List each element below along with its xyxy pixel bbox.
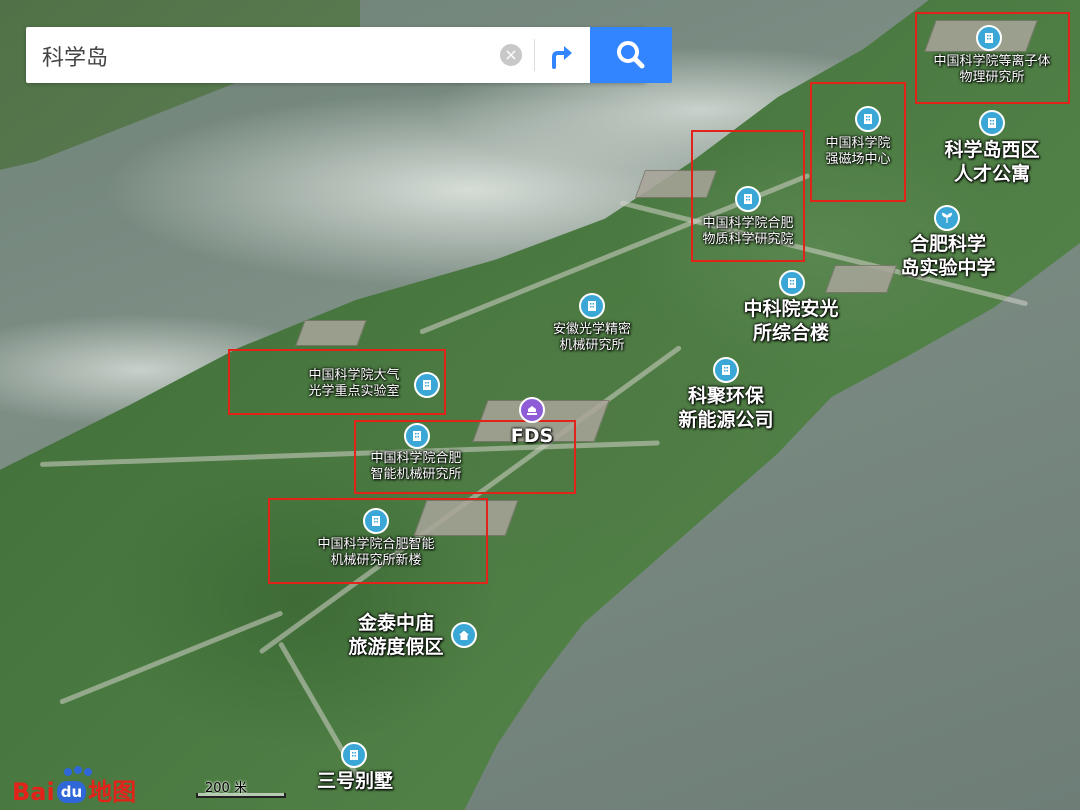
poi-marker-atmos-lab[interactable] bbox=[414, 372, 440, 398]
poi-label-intel-new[interactable]: 中国科学院合肥智能 机械研究所新楼 bbox=[306, 537, 446, 570]
poi-marker-optics-inst[interactable] bbox=[579, 293, 605, 319]
building bbox=[295, 320, 367, 346]
poi-label-resort[interactable]: 金泰中庙 旅游度假区 bbox=[346, 612, 446, 660]
poi-label-school[interactable]: 合肥科学 岛实验中学 bbox=[896, 233, 1000, 281]
building-icon bbox=[864, 114, 872, 124]
poi-marker-intel-machine[interactable] bbox=[404, 423, 430, 449]
poi-marker-fds[interactable] bbox=[519, 397, 545, 423]
poi-marker-resort[interactable] bbox=[451, 622, 477, 648]
clear-search-button[interactable]: × bbox=[500, 44, 522, 66]
poi-marker-intel-new[interactable] bbox=[363, 508, 389, 534]
poi-marker-material-inst[interactable] bbox=[735, 186, 761, 212]
search-input[interactable] bbox=[40, 39, 474, 73]
logo-text-bai: Bai bbox=[12, 778, 55, 806]
poi-label-optics-inst[interactable]: 安徽光学精密 机械研究所 bbox=[540, 322, 644, 355]
poi-marker-plasma-inst[interactable] bbox=[976, 25, 1002, 51]
building-icon bbox=[372, 516, 380, 526]
poi-label-anguang[interactable]: 中科院安光 所综合楼 bbox=[734, 298, 848, 346]
building-icon bbox=[722, 365, 730, 375]
search-icon bbox=[617, 41, 645, 69]
landmark-icon bbox=[527, 406, 537, 415]
building-icon bbox=[985, 33, 993, 43]
poi-marker-keju[interactable] bbox=[713, 357, 739, 383]
building bbox=[824, 265, 898, 293]
poi-label-mag-field[interactable]: 中国科学院 强磁场中心 bbox=[814, 136, 902, 169]
poi-label-material-inst[interactable]: 中国科学院合肥 物质科学研究院 bbox=[694, 216, 802, 249]
poi-label-atmos-lab[interactable]: 中国科学院大气 光学重点实验室 bbox=[294, 368, 414, 401]
route-button[interactable] bbox=[542, 35, 582, 75]
poi-marker-west-apt[interactable] bbox=[979, 110, 1005, 136]
poi-marker-anguang[interactable] bbox=[779, 270, 805, 296]
poi-label-west-apt[interactable]: 科学岛西区 人才公寓 bbox=[936, 139, 1048, 187]
poi-label-plasma-inst[interactable]: 中国科学院等离子体 物理研究所 bbox=[920, 54, 1064, 87]
route-arrow-icon bbox=[552, 46, 572, 69]
building-icon bbox=[988, 118, 996, 128]
search-button[interactable] bbox=[590, 27, 672, 83]
poi-marker-villa[interactable] bbox=[341, 742, 367, 768]
search-bar: × bbox=[26, 27, 672, 83]
building-icon bbox=[423, 380, 431, 390]
building-icon bbox=[350, 750, 358, 760]
logo-text-du: du bbox=[56, 781, 87, 803]
poi-marker-school[interactable] bbox=[934, 205, 960, 231]
poi-label-intel-machine[interactable]: 中国科学院合肥 智能机械研究所 bbox=[360, 451, 472, 484]
building-icon bbox=[788, 278, 796, 288]
poi-label-keju[interactable]: 科聚环保 新能源公司 bbox=[674, 385, 778, 433]
school-icon bbox=[941, 212, 953, 223]
map-scale: 200 米 bbox=[196, 777, 286, 798]
scale-bar bbox=[196, 793, 286, 798]
building-icon bbox=[413, 431, 421, 441]
poi-label-fds[interactable]: FDS bbox=[508, 425, 556, 449]
building-icon bbox=[744, 194, 752, 204]
map-canvas[interactable]: × 中国科学院等离子体物理研究所 中国科学院强磁场中心 科学岛西区人才公寓 中国… bbox=[0, 0, 1080, 810]
divider bbox=[534, 39, 535, 71]
building-icon bbox=[588, 301, 596, 311]
baidu-map-logo[interactable]: Bai du 地图 bbox=[12, 772, 136, 807]
close-icon: × bbox=[504, 45, 518, 64]
poi-label-villa[interactable]: 三号别墅 bbox=[310, 770, 400, 794]
north-shore bbox=[0, 0, 360, 170]
poi-marker-mag-field[interactable] bbox=[855, 106, 881, 132]
resort-icon bbox=[459, 630, 469, 640]
logo-text-ditu: 地图 bbox=[88, 778, 137, 806]
